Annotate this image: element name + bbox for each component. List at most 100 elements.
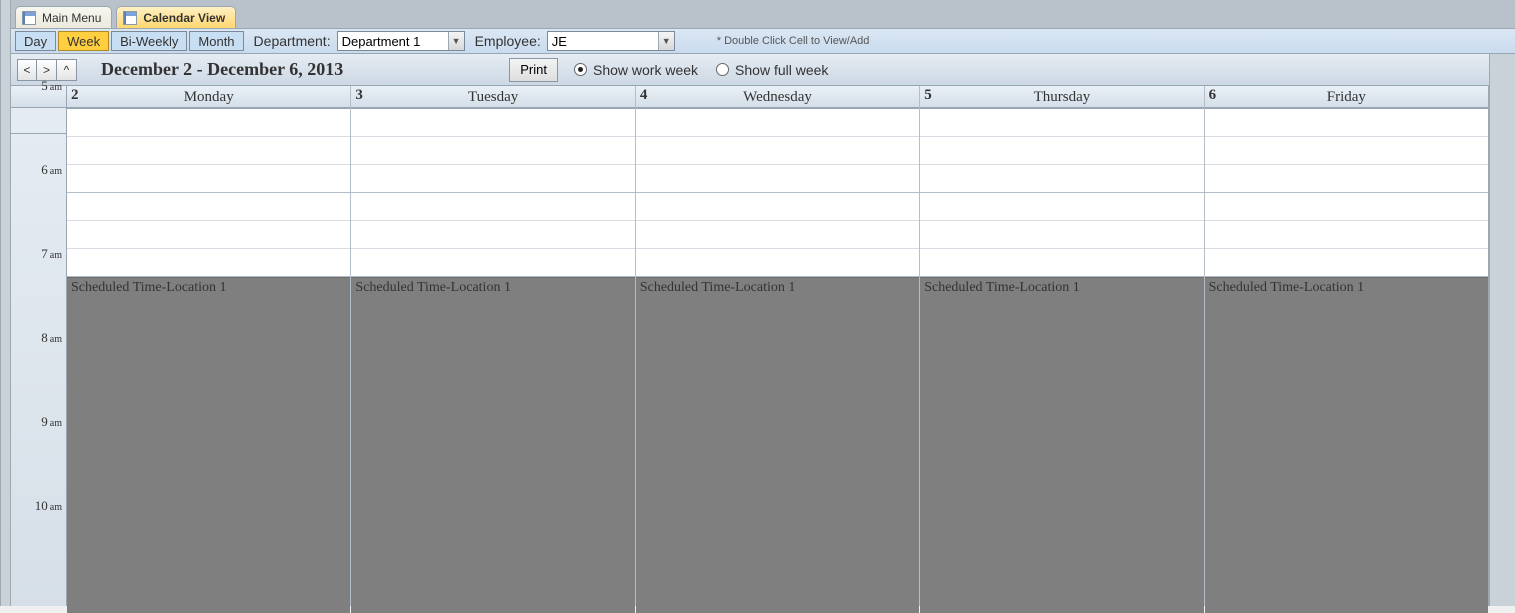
time-cell[interactable] [636,165,919,193]
view-day-button[interactable]: Day [15,31,56,51]
time-slots: Scheduled Time-Location 1 [1205,109,1488,613]
time-label: 9am [11,414,62,430]
left-gutter [1,0,11,606]
day-number: 6 [1209,87,1217,104]
day-name: Tuesday [351,86,634,108]
nav-bar: < > ^ December 2 - December 6, 2013 Prin… [11,54,1515,86]
day-number: 3 [355,87,363,104]
time-cell[interactable] [67,165,350,193]
time-cell[interactable] [1205,221,1488,249]
view-biweekly-button[interactable]: Bi-Weekly [111,31,187,51]
scheduled-event[interactable]: Scheduled Time-Location 1 [1205,277,1488,613]
time-cell[interactable] [67,193,350,221]
form-icon [22,11,36,25]
calendar: 5am6am7am8am9am10am 2MondayScheduled Tim… [11,86,1489,606]
time-cell[interactable] [67,137,350,165]
day-name: Wednesday [636,86,919,108]
tab-label: Calendar View [143,11,225,25]
day-name: Friday [1205,86,1488,108]
scheduled-event[interactable]: Scheduled Time-Location 1 [920,277,1203,613]
tab-label: Main Menu [42,11,101,25]
employee-label: Employee: [467,33,545,49]
time-cell[interactable] [351,221,634,249]
time-cell[interactable] [920,193,1203,221]
day-column: 2MondayScheduled Time-Location 1 [67,86,351,606]
time-cell[interactable] [351,165,634,193]
right-gutter [1489,54,1515,606]
time-slots: Scheduled Time-Location 1 [636,109,919,613]
time-column: 5am6am7am8am9am10am [11,86,67,606]
day-column: 6FridayScheduled Time-Location 1 [1205,86,1488,606]
time-cell[interactable] [636,221,919,249]
day-number: 2 [71,87,79,104]
hint-text: * Double Click Cell to View/Add [717,35,870,47]
day-name: Monday [67,86,350,108]
time-cell[interactable] [636,109,919,137]
scheduled-event[interactable]: Scheduled Time-Location 1 [636,277,919,613]
day-header[interactable]: 4Wednesday [636,86,919,108]
day-number: 4 [640,87,648,104]
day-column: 5ThursdayScheduled Time-Location 1 [920,86,1204,606]
day-number: 5 [924,87,932,104]
time-cell[interactable] [351,249,634,277]
view-toolbar: Day Week Bi-Weekly Month Department: ▼ E… [11,28,1515,54]
time-cell[interactable] [1205,249,1488,277]
time-cell[interactable] [351,109,634,137]
print-button[interactable]: Print [509,58,558,82]
time-cell[interactable] [1205,137,1488,165]
time-cell[interactable] [920,221,1203,249]
time-cell[interactable] [636,249,919,277]
view-month-button[interactable]: Month [189,31,243,51]
tab-calendar-view[interactable]: Calendar View [116,6,236,28]
radio-label: Show work week [593,62,698,78]
day-header[interactable]: 2Monday [67,86,350,108]
department-combo[interactable]: ▼ [337,31,465,51]
radio-full-week[interactable] [716,63,729,76]
time-cell[interactable] [920,165,1203,193]
time-slots: Scheduled Time-Location 1 [351,109,634,613]
time-cell[interactable] [67,221,350,249]
time-cell[interactable] [1205,165,1488,193]
date-range-title: December 2 - December 6, 2013 [83,59,343,80]
time-label: 7am [11,246,62,262]
day-column: 4WednesdayScheduled Time-Location 1 [636,86,920,606]
time-cell[interactable] [920,249,1203,277]
time-label: 5am [11,78,62,94]
day-header[interactable]: 3Tuesday [351,86,634,108]
calendar-grid: 2MondayScheduled Time-Location 13Tuesday… [67,86,1488,606]
time-cell[interactable] [351,137,634,165]
radio-label: Show full week [735,62,828,78]
scheduled-event[interactable]: Scheduled Time-Location 1 [67,277,350,613]
employee-input[interactable] [548,32,658,50]
chevron-down-icon[interactable]: ▼ [448,32,464,50]
department-input[interactable] [338,32,448,50]
day-header[interactable]: 6Friday [1205,86,1488,108]
form-icon [123,11,137,25]
day-name: Thursday [920,86,1203,108]
chevron-down-icon[interactable]: ▼ [658,32,674,50]
department-label: Department: [246,33,335,49]
employee-combo[interactable]: ▼ [547,31,675,51]
day-column: 3TuesdayScheduled Time-Location 1 [351,86,635,606]
tab-strip: Main Menu Calendar View [11,0,1515,28]
time-cell[interactable] [1205,193,1488,221]
week-mode-group: Show work week Show full week [574,62,828,78]
time-cell[interactable] [351,193,634,221]
view-week-button[interactable]: Week [58,31,109,51]
time-cell[interactable] [67,109,350,137]
time-label: 10am [11,498,62,514]
time-label: 6am [11,162,62,178]
time-cell[interactable] [920,137,1203,165]
time-slots: Scheduled Time-Location 1 [920,109,1203,613]
time-slots: Scheduled Time-Location 1 [67,109,350,613]
time-cell[interactable] [636,193,919,221]
time-cell[interactable] [1205,109,1488,137]
time-label: 8am [11,330,62,346]
time-cell[interactable] [636,137,919,165]
time-cell[interactable] [920,109,1203,137]
time-cell[interactable] [67,249,350,277]
scheduled-event[interactable]: Scheduled Time-Location 1 [351,277,634,613]
radio-work-week[interactable] [574,63,587,76]
tab-main-menu[interactable]: Main Menu [15,6,112,28]
day-header[interactable]: 5Thursday [920,86,1203,108]
